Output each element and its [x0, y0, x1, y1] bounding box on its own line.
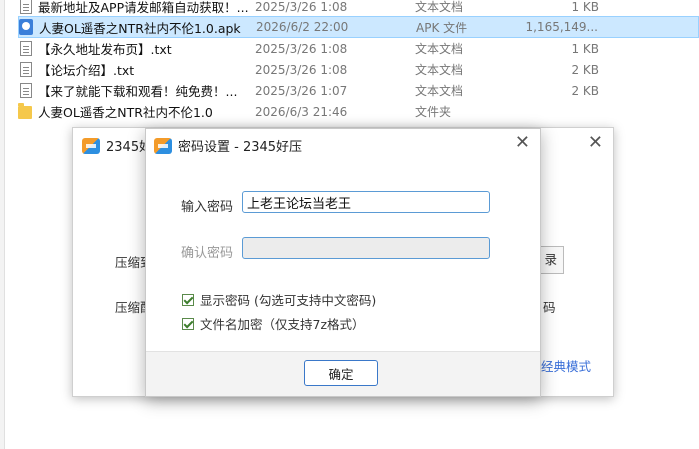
- apk-file-icon: [19, 19, 33, 35]
- file-name: 最新地址及APP请发邮箱自动获取！...: [38, 0, 249, 15]
- file-date: 2025/3/26 1:07: [255, 83, 348, 98]
- file-name: 人妻OL遥香之NTR社内不伦1.0: [38, 105, 213, 120]
- file-row[interactable]: 【来了就能下载和观看！纯免费！... 2025/3/26 1:07 文本文档 2…: [18, 80, 699, 101]
- file-name: 人妻OL遥香之NTR社内不伦1.0.apk: [39, 20, 241, 36]
- file-row[interactable]: 最新地址及APP请发邮箱自动获取！... 2025/3/26 1:08 文本文档…: [18, 0, 699, 17]
- file-type: 文件夹: [415, 105, 452, 119]
- file-size: 1 KB: [571, 0, 599, 14]
- show-password-checkbox[interactable]: [182, 293, 194, 306]
- txt-file-icon: [20, 41, 32, 56]
- show-password-label: 显示密码 (勾选可支持中文密码): [200, 293, 377, 308]
- explorer-nav-edge: [0, 0, 5, 449]
- file-name: 【论坛介绍】.txt: [38, 63, 135, 78]
- file-date: 2025/3/26 1:08: [255, 0, 348, 14]
- password-dialog: 密码设置 - 2345好压 ✕ 输入密码 确认密码 显示密码 (勾选可支持中文密…: [145, 128, 541, 397]
- dialog-title-text: 密码设置 - 2345好压: [178, 140, 303, 155]
- txt-file-icon: [20, 83, 32, 98]
- ok-button[interactable]: 确定: [304, 360, 378, 386]
- file-type: 文本文档: [415, 0, 464, 14]
- file-size: 1 KB: [571, 41, 599, 56]
- file-name: 【来了就能下载和观看！纯免费！...: [38, 84, 238, 99]
- file-date: 2025/3/26 1:08: [255, 62, 348, 77]
- file-row[interactable]: 【永久地址发布页】.txt 2025/3/26 1:08 文本文档 1 KB: [18, 38, 699, 59]
- encrypt-filenames-label: 文件名加密（仅支持7z格式）: [200, 317, 365, 332]
- close-icon[interactable]: ✕: [588, 132, 603, 153]
- file-size: 2 KB: [571, 83, 599, 98]
- file-type: 文本文档: [415, 42, 464, 56]
- show-password-checkbox-row[interactable]: 显示密码 (勾选可支持中文密码): [182, 290, 376, 309]
- confirm-password-input[interactable]: [242, 237, 490, 259]
- file-size: 1,165,149...: [525, 20, 598, 34]
- file-type: 文本文档: [415, 84, 464, 98]
- compression-window-title: 2345好: [82, 136, 152, 155]
- file-name: 【永久地址发布页】.txt: [38, 42, 172, 57]
- file-type: 文本文档: [415, 63, 464, 77]
- haozip-logo-icon: [154, 137, 172, 154]
- haozip-logo-icon: [82, 137, 100, 154]
- file-row[interactable]: 【论坛介绍】.txt 2025/3/26 1:08 文本文档 2 KB: [18, 59, 699, 80]
- encrypt-filenames-checkbox[interactable]: [182, 317, 194, 330]
- file-row[interactable]: 人妻OL遥香之NTR社内不伦1.0 2026/6/3 21:46 文件夹: [18, 101, 699, 122]
- file-date: 2026/6/3 21:46: [255, 104, 348, 119]
- confirm-password-label: 确认密码: [181, 246, 234, 261]
- folder-icon: [18, 103, 32, 119]
- password-text-tail: 码: [543, 300, 556, 315]
- file-row-selected[interactable]: 人妻OL遥香之NTR社内不伦1.0.apk 2026/6/2 22:00 APK…: [18, 16, 699, 38]
- close-icon[interactable]: ✕: [515, 132, 530, 153]
- password-label: 输入密码: [181, 200, 234, 215]
- file-size: 2 KB: [571, 62, 599, 77]
- txt-file-icon: [20, 0, 32, 14]
- file-type: APK 文件: [416, 20, 468, 35]
- txt-file-icon: [20, 62, 32, 77]
- file-date: 2026/6/2 22:00: [256, 20, 349, 34]
- dialog-footer: 确定: [146, 351, 540, 396]
- encrypt-filenames-checkbox-row[interactable]: 文件名加密（仅支持7z格式）: [182, 314, 365, 333]
- classic-mode-link[interactable]: 经典模式: [541, 356, 591, 375]
- file-date: 2025/3/26 1:08: [255, 41, 348, 56]
- dialog-title: 密码设置 - 2345好压: [154, 136, 302, 155]
- password-input[interactable]: [242, 191, 490, 213]
